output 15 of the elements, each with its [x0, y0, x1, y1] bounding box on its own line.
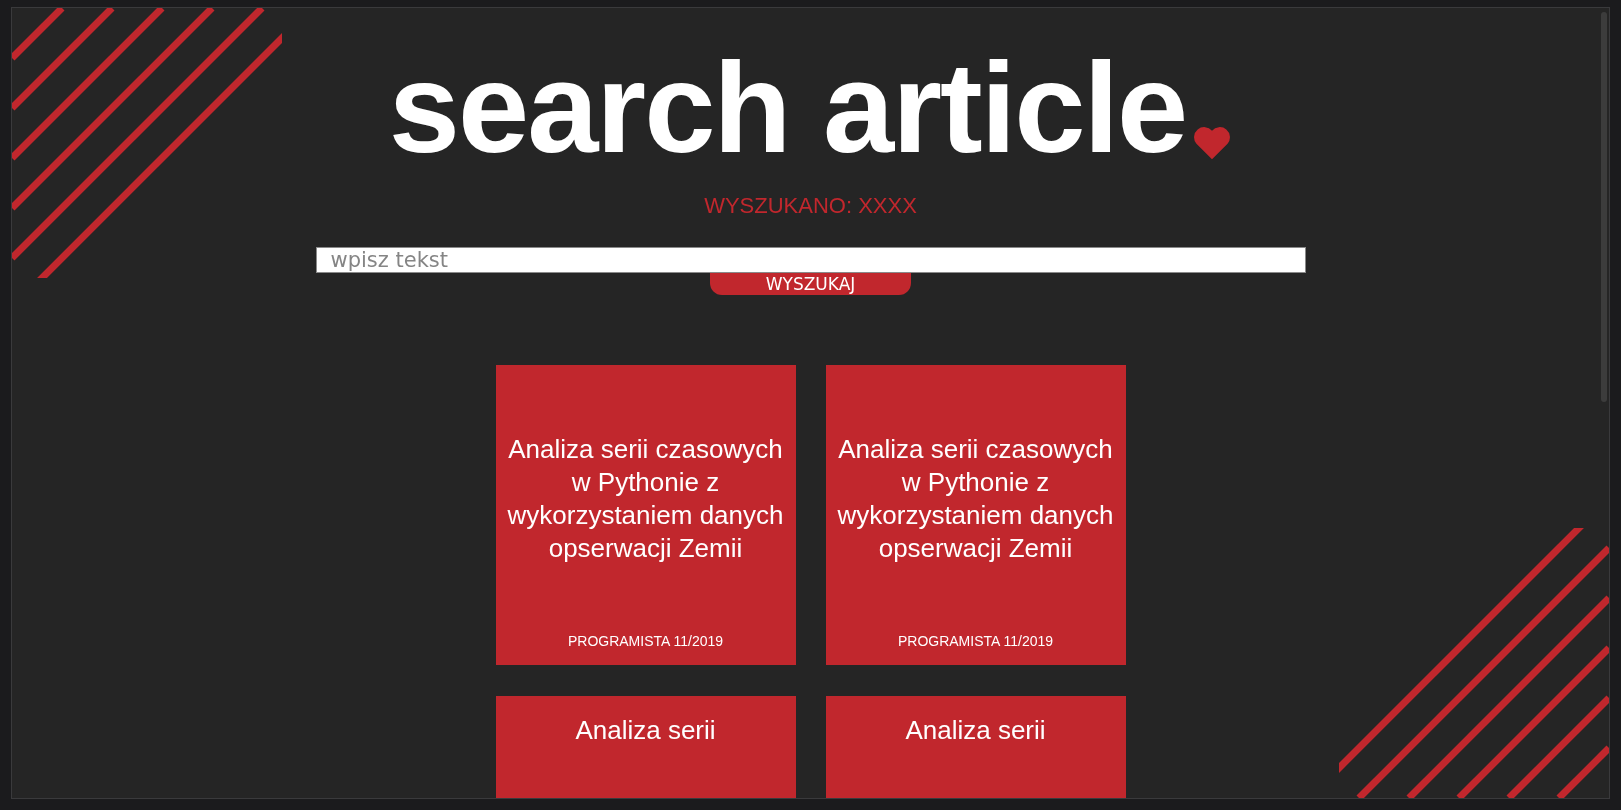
- article-card[interactable]: Analiza serii: [495, 695, 796, 798]
- search-field[interactable]: wpisz tekst: [315, 246, 1306, 273]
- article-title: Analiza serii: [575, 713, 716, 747]
- article-source: PROGRAMISTA 11/2019: [567, 632, 724, 651]
- article-title: Analiza serii czasowych w Pythonie z wykorzystaniem danych opserwacji Zemii: [836, 432, 1115, 565]
- heart-icon: [1192, 124, 1233, 161]
- search-button[interactable]: WYSZUKAJ: [710, 272, 911, 295]
- page-title: search article: [388, 38, 1187, 179]
- search-status: WYSZUKANO: XXXX: [704, 192, 917, 219]
- article-card[interactable]: Analiza serii czasowych w Pythonie z wykorzystaniem danych opserwacji Zemii PROGRAMISTA 11/2019: [825, 364, 1126, 665]
- article-source: PROGRAMISTA 11/2019: [897, 632, 1054, 651]
- article-card[interactable]: Analiza serii: [825, 695, 1126, 798]
- article-title: Analiza serii czasowych w Pythonie z wykorzystaniem danych opserwacji Zemii: [506, 432, 785, 565]
- article-title: Analiza serii: [905, 713, 1046, 747]
- article-card[interactable]: Analiza serii czasowych w Pythonie z wykorzystaniem danych opserwacji Zemii PROGRAMISTA 11/2019: [495, 364, 796, 665]
